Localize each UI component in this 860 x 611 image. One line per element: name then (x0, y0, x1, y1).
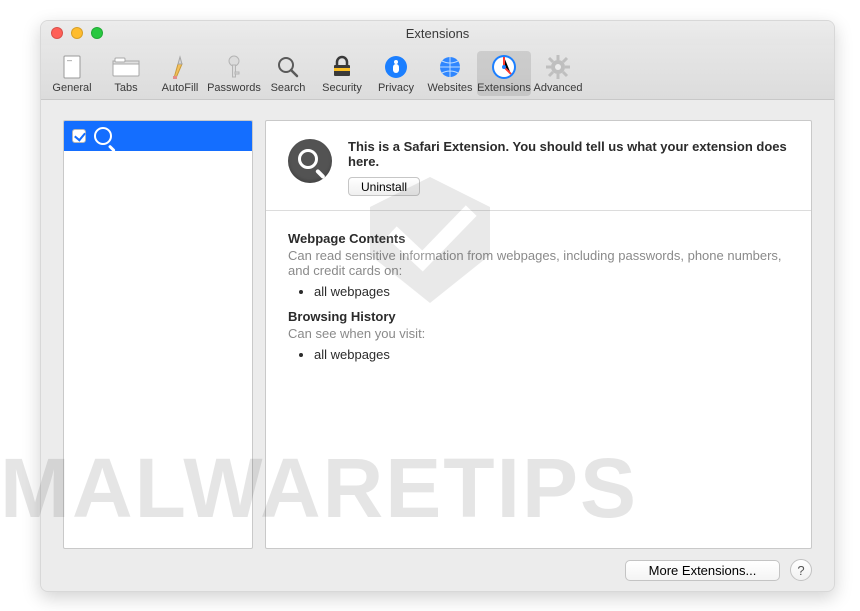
advanced-icon (531, 53, 585, 81)
tab-search[interactable]: Search (261, 51, 315, 96)
extensions-icon (477, 53, 531, 81)
tab-label: Search (261, 82, 315, 94)
extension-large-icon (288, 139, 332, 183)
tab-autofill[interactable]: AutoFill (153, 51, 207, 96)
tab-security[interactable]: Security (315, 51, 369, 96)
general-icon (45, 53, 99, 81)
tab-label: Websites (423, 82, 477, 94)
extension-list-item[interactable] (64, 121, 252, 151)
tab-label: Passwords (207, 82, 261, 94)
extension-description: This is a Safari Extension. You should t… (348, 139, 789, 169)
tab-label: General (45, 82, 99, 94)
extensions-sidebar (63, 120, 253, 549)
preferences-toolbar: General Tabs AutoFill Passwords (41, 45, 834, 100)
preferences-window: Extensions General Tabs AutoFill (40, 20, 835, 592)
permissions-section: Webpage Contents Can read sensitive info… (266, 211, 811, 386)
window-title: Extensions (41, 26, 834, 41)
search-icon (261, 53, 315, 81)
tab-advanced[interactable]: Advanced (531, 51, 585, 96)
tabs-icon (99, 53, 153, 81)
tab-label: AutoFill (153, 82, 207, 94)
tab-extensions[interactable]: Extensions (477, 51, 531, 96)
tab-passwords[interactable]: Passwords (207, 51, 261, 96)
traffic-zoom-button[interactable] (91, 27, 103, 39)
tab-label: Privacy (369, 82, 423, 94)
help-button[interactable]: ? (790, 559, 812, 581)
perm-heading-history: Browsing History (288, 309, 789, 324)
perm-desc-webpage: Can read sensitive information from webp… (288, 248, 789, 278)
tab-label: Tabs (99, 82, 153, 94)
extension-enabled-checkbox[interactable] (72, 129, 86, 143)
traffic-close-button[interactable] (51, 27, 63, 39)
traffic-minimize-button[interactable] (71, 27, 83, 39)
perm-desc-history: Can see when you visit: (288, 326, 789, 341)
tab-websites[interactable]: Websites (423, 51, 477, 96)
tab-privacy[interactable]: Privacy (369, 51, 423, 96)
privacy-icon (369, 53, 423, 81)
tab-general[interactable]: General (45, 51, 99, 96)
security-icon (315, 53, 369, 81)
titlebar: Extensions (41, 21, 834, 45)
passwords-icon (207, 53, 261, 81)
websites-icon (423, 53, 477, 81)
uninstall-button[interactable]: Uninstall (348, 177, 420, 196)
perm-heading-webpage: Webpage Contents (288, 231, 789, 246)
perm-item: all webpages (314, 284, 789, 299)
content-area: This is a Safari Extension. You should t… (41, 100, 834, 591)
tab-label: Advanced (531, 82, 585, 94)
autofill-icon (153, 53, 207, 81)
extension-detail-panel: This is a Safari Extension. You should t… (265, 120, 812, 549)
perm-item: all webpages (314, 347, 789, 362)
more-extensions-button[interactable]: More Extensions... (625, 560, 780, 581)
tab-tabs[interactable]: Tabs (99, 51, 153, 96)
tab-label: Security (315, 82, 369, 94)
extension-icon (94, 127, 112, 145)
tab-label: Extensions (477, 82, 531, 94)
